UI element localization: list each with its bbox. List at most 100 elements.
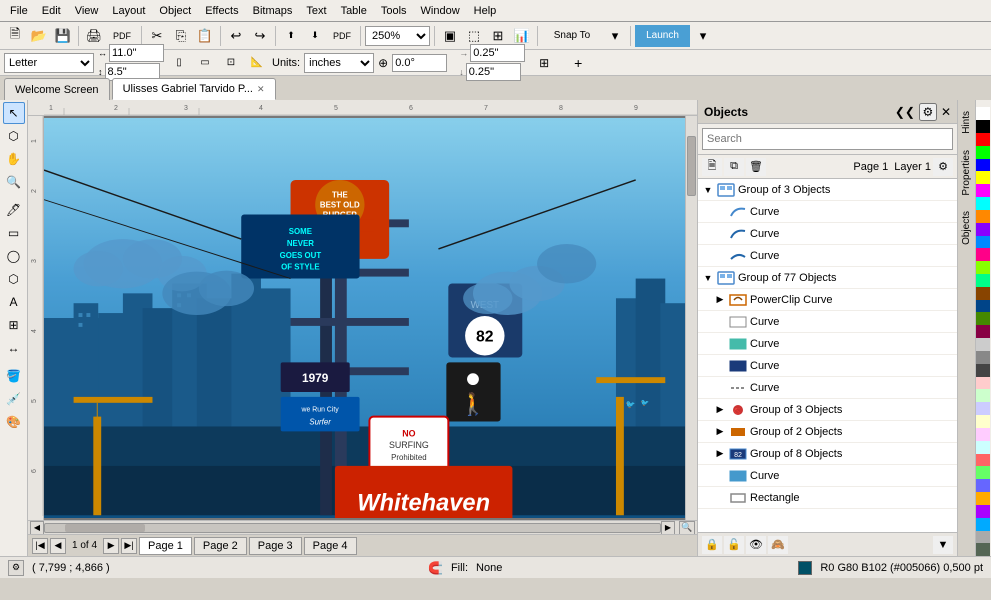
nudge-x-input[interactable]	[470, 44, 525, 62]
menu-view[interactable]: View	[69, 3, 105, 19]
curve-tool[interactable]: 🖊	[3, 199, 25, 221]
dimension-tool[interactable]: ↔	[3, 337, 25, 359]
select-tool[interactable]: ↖	[3, 102, 25, 124]
menu-bitmaps[interactable]: Bitmaps	[247, 3, 299, 19]
color-swatch[interactable]	[976, 146, 990, 159]
hide-all-button[interactable]: 🙈	[768, 536, 788, 554]
show-all-button[interactable]: 👁	[746, 536, 766, 554]
color-swatch[interactable]	[976, 402, 990, 415]
list-item[interactable]: ▶ 82 Group of 8 Objects	[698, 443, 957, 465]
snap-to-button[interactable]: Snap To	[542, 25, 602, 47]
scrollbar-h-thumb[interactable]	[65, 524, 145, 532]
color-swatch[interactable]	[976, 428, 990, 441]
new-layer-button[interactable]: 🗎	[702, 158, 722, 176]
menu-window[interactable]: Window	[415, 3, 466, 19]
expand-icon[interactable]: ▶	[714, 294, 726, 306]
color-swatch[interactable]	[976, 120, 990, 133]
panel-settings-button[interactable]: ⚙	[919, 103, 937, 121]
panel-close-button[interactable]: ✕	[941, 105, 951, 119]
color-swatch[interactable]	[976, 248, 990, 261]
list-item[interactable]: Curve	[698, 311, 957, 333]
color-swatch[interactable]	[976, 312, 990, 325]
expand-icon[interactable]: ▶	[714, 448, 726, 460]
page-settings-button[interactable]: ⊡	[220, 52, 242, 74]
list-item[interactable]: Curve	[698, 201, 957, 223]
angle-input[interactable]	[392, 54, 447, 72]
tab-welcome[interactable]: Welcome Screen	[4, 78, 110, 100]
nudge-y-input[interactable]	[466, 63, 521, 81]
scrollbar-thumb[interactable]	[687, 136, 696, 196]
menu-effects[interactable]: Effects	[199, 3, 244, 19]
zoom-tool[interactable]: 🔍	[3, 171, 25, 193]
ellipse-tool[interactable]: ◯	[3, 245, 25, 267]
menu-file[interactable]: File	[4, 3, 34, 19]
open-button[interactable]: 📂	[28, 25, 50, 47]
tab-close-icon[interactable]: ✕	[257, 84, 265, 95]
new-button[interactable]: 🗎	[4, 25, 26, 47]
zoom-fit-button[interactable]: 🔍	[679, 521, 695, 535]
stroke-color-box[interactable]	[798, 561, 812, 575]
delete-layer-button[interactable]: 🗑	[746, 158, 766, 176]
redo-button[interactable]: ↪	[249, 25, 271, 47]
fill-tool[interactable]: 🪣	[3, 365, 25, 387]
horizontal-scrollbar[interactable]	[44, 523, 661, 533]
menu-edit[interactable]: Edit	[36, 3, 67, 19]
search-input[interactable]	[702, 128, 953, 150]
color-swatch[interactable]	[976, 107, 990, 120]
list-item[interactable]: ▼ Group of 77 Objects	[698, 267, 957, 289]
list-item[interactable]: ▶ 🚫 Group of 3 Objects	[698, 399, 957, 421]
scroll-down-button[interactable]: ▼	[933, 536, 953, 554]
unlock-all-button[interactable]: 🔓	[724, 536, 744, 554]
color-swatch[interactable]	[976, 300, 990, 313]
color-swatch[interactable]	[976, 479, 990, 492]
paste-button[interactable]: 📋	[194, 25, 216, 47]
page-nav-first[interactable]: |◀	[32, 538, 48, 554]
rectangle-tool[interactable]: ▭	[3, 222, 25, 244]
color-swatch[interactable]	[976, 505, 990, 518]
freehand-select-tool[interactable]: ⬡	[3, 125, 25, 147]
tab-document[interactable]: Ulisses Gabriel Tarvido P... ✕	[112, 78, 276, 100]
margins-button[interactable]: 📐	[246, 52, 268, 74]
color-swatch[interactable]	[976, 466, 990, 479]
layer-settings-button[interactable]: ⚙	[933, 158, 953, 176]
list-item[interactable]: ▼ Group of 3 Objects	[698, 179, 957, 201]
list-item[interactable]: Rectangle	[698, 487, 957, 509]
duplicate-layer-button[interactable]: ⧉	[724, 158, 744, 176]
color-swatch[interactable]	[976, 518, 990, 531]
table-tool[interactable]: ⊞	[3, 314, 25, 336]
snap-options-button[interactable]: ▾	[604, 25, 626, 47]
expand-icon[interactable]: ▼	[702, 272, 714, 284]
drawing-canvas[interactable]: THE BEST OLD BURGER WEST 82 🚶	[44, 116, 685, 520]
menu-table[interactable]: Table	[335, 3, 373, 19]
import-button[interactable]: ⬆	[280, 25, 302, 47]
scroll-left-button[interactable]: ◀	[30, 521, 44, 535]
color-swatch[interactable]	[976, 274, 990, 287]
menu-tools[interactable]: Tools	[375, 3, 413, 19]
objects-tab[interactable]: Objects	[958, 204, 975, 252]
hints-tab[interactable]: Hints	[958, 104, 975, 141]
units-select[interactable]: inchesmmcmpx	[304, 53, 374, 73]
color-swatch[interactable]	[976, 197, 990, 210]
list-item[interactable]: Curve	[698, 355, 957, 377]
lock-all-button[interactable]: 🔒	[702, 536, 722, 554]
color-swatch[interactable]	[976, 171, 990, 184]
color-swatch[interactable]	[976, 261, 990, 274]
color-swatch[interactable]	[976, 210, 990, 223]
color-swatch[interactable]	[976, 159, 990, 172]
pan-tool[interactable]: ✋	[3, 148, 25, 170]
undo-button[interactable]: ↩	[225, 25, 247, 47]
color-swatch[interactable]	[976, 287, 990, 300]
pdf-button[interactable]: PDF	[328, 25, 356, 47]
launch-dropdown[interactable]: ▾	[692, 25, 714, 47]
vertical-scrollbar[interactable]	[685, 116, 697, 520]
scroll-right-button[interactable]: ▶	[661, 521, 675, 535]
page-nav-prev[interactable]: ◀	[50, 538, 66, 554]
copy-button[interactable]: ⎘	[170, 25, 192, 47]
nudge-settings-button[interactable]: ⊞	[533, 52, 555, 74]
expand-icon[interactable]: ▶	[714, 426, 726, 438]
color-swatch[interactable]	[976, 223, 990, 236]
add-page-button[interactable]: +	[567, 52, 589, 74]
polygon-tool[interactable]: ⬡	[3, 268, 25, 290]
smart-fill-tool[interactable]: 🎨	[3, 411, 25, 433]
save-button[interactable]: 💾	[52, 25, 74, 47]
